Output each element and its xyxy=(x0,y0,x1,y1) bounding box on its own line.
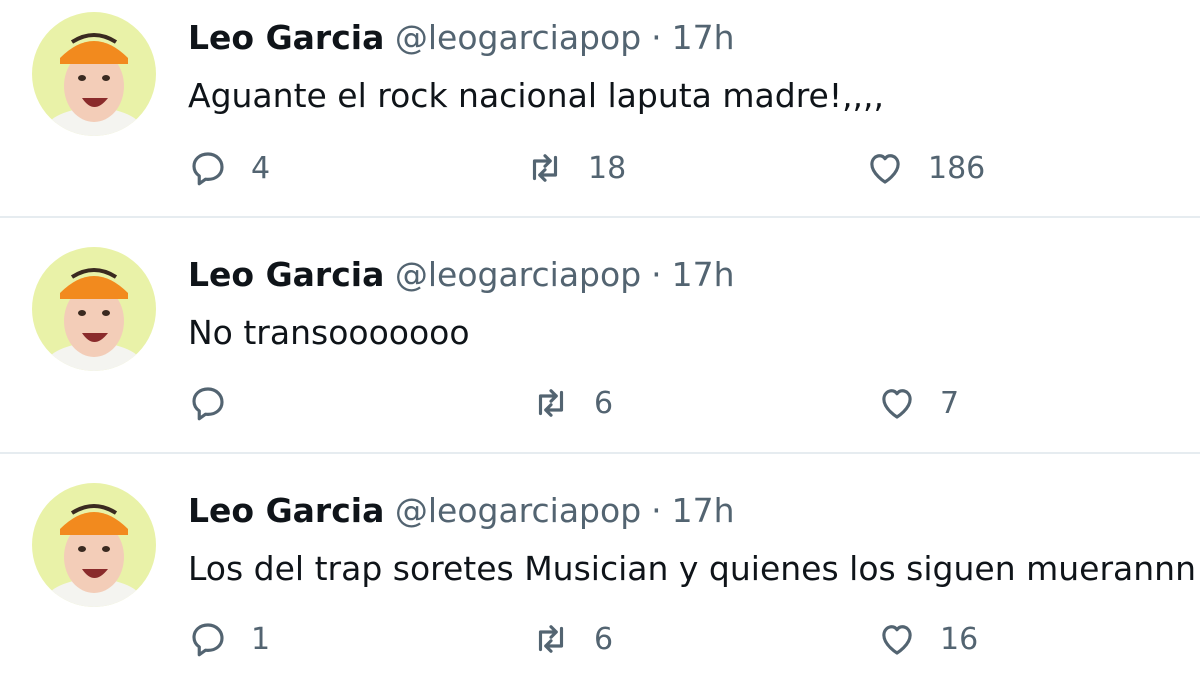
speech-bubble-icon xyxy=(187,147,229,189)
retweet-count: 18 xyxy=(588,150,627,186)
reply-button[interactable]: 1 xyxy=(187,611,270,667)
avatar-photo xyxy=(32,247,156,371)
tweet-actions: 6 7 xyxy=(0,375,1200,431)
separator-dot: · xyxy=(651,491,662,530)
reply-button[interactable] xyxy=(187,375,251,431)
reply-count: 4 xyxy=(251,150,271,186)
avatar[interactable] xyxy=(32,12,156,136)
avatar-photo xyxy=(32,483,156,607)
author-handle[interactable]: @leogarciapop xyxy=(395,18,641,57)
tweet-text: No transooooooo xyxy=(188,313,470,352)
reply-button[interactable]: 4 xyxy=(187,140,270,196)
tweet[interactable]: Leo Garcia @leogarciapop · 17h No transooo… xyxy=(0,217,1200,453)
tweet[interactable]: Leo Garcia @leogarciapop · 17h Los del tra… xyxy=(0,453,1200,675)
separator-dot: · xyxy=(651,18,662,57)
like-button[interactable]: 16 xyxy=(876,611,978,667)
tweet-header: Leo Garcia @leogarciapop · 17h xyxy=(188,251,735,299)
like-count: 16 xyxy=(940,621,979,657)
author-handle[interactable]: @leogarciapop xyxy=(395,491,641,530)
tweet-feed: Leo Garcia @leogarciapop · 17h Aguante el … xyxy=(0,0,1200,675)
speech-bubble-icon xyxy=(187,618,229,660)
retweet-arrows-icon xyxy=(530,382,572,424)
retweet-button[interactable]: 6 xyxy=(530,375,613,431)
avatar-photo xyxy=(32,12,156,136)
avatar[interactable] xyxy=(32,483,156,607)
author-name[interactable]: Leo Garcia xyxy=(188,491,384,530)
heart-icon xyxy=(864,147,906,189)
retweet-count: 6 xyxy=(594,621,614,657)
avatar[interactable] xyxy=(32,247,156,371)
timestamp[interactable]: 17h xyxy=(672,255,735,294)
retweet-arrows-icon xyxy=(524,147,566,189)
like-button[interactable]: 7 xyxy=(876,375,959,431)
tweet-text: Los del trap soretes Musician y quienes … xyxy=(188,549,1197,588)
tweet-text: Aguante el rock nacional laputa madre!,,… xyxy=(188,76,885,115)
reply-count: 1 xyxy=(251,621,271,657)
tweet-header: Leo Garcia @leogarciapop · 17h xyxy=(188,14,735,62)
like-count: 186 xyxy=(928,150,986,186)
tweet-header: Leo Garcia @leogarciapop · 17h xyxy=(188,487,735,535)
retweet-button[interactable]: 6 xyxy=(530,611,613,667)
retweet-arrows-icon xyxy=(530,618,572,660)
tweet[interactable]: Leo Garcia @leogarciapop · 17h Aguante el … xyxy=(0,0,1200,217)
like-count: 7 xyxy=(940,385,960,421)
author-name[interactable]: Leo Garcia xyxy=(188,18,384,57)
retweet-count: 6 xyxy=(594,385,614,421)
timestamp[interactable]: 17h xyxy=(672,18,735,57)
timestamp[interactable]: 17h xyxy=(672,491,735,530)
tweet-actions: 1 6 16 xyxy=(0,611,1200,667)
author-handle[interactable]: @leogarciapop xyxy=(395,255,641,294)
author-name[interactable]: Leo Garcia xyxy=(188,255,384,294)
tweet-actions: 4 18 186 xyxy=(0,140,1200,196)
heart-icon xyxy=(876,618,918,660)
separator-dot: · xyxy=(651,255,662,294)
like-button[interactable]: 186 xyxy=(864,140,985,196)
retweet-button[interactable]: 18 xyxy=(524,140,626,196)
heart-icon xyxy=(876,382,918,424)
speech-bubble-icon xyxy=(187,382,229,424)
